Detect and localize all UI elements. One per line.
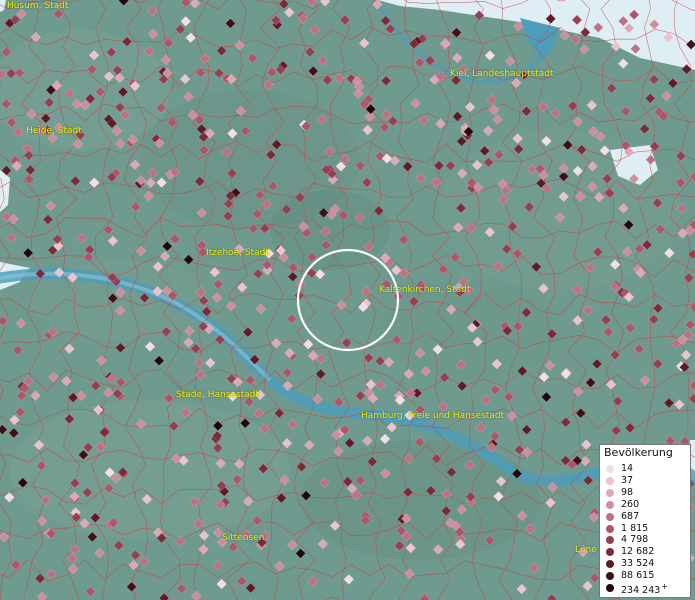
legend-swatch: [606, 572, 614, 581]
city-label-kiel: Kiel, Landeshauptstadt: [450, 69, 554, 79]
legend-title: Bevölkerung: [604, 446, 673, 459]
city-label-luene: Lüne: [575, 545, 597, 555]
legend-label: 687: [621, 510, 640, 522]
legend-item: 1 815: [606, 523, 692, 535]
legend-swatch: [606, 536, 614, 545]
city-label-hamburg: Hamburg, Freie und Hansestadt: [361, 411, 505, 421]
legend-swatch: [606, 512, 614, 521]
legend-item: 88 615: [606, 570, 692, 582]
legend-label: 1 815: [621, 522, 649, 534]
city-label-sittensen: Sittensen: [222, 533, 265, 543]
legend-label: 37: [621, 474, 634, 486]
city-label-heide: Heide, Stadt: [26, 126, 82, 136]
legend-label: 88 615: [621, 570, 655, 582]
legend-label: 33 524: [621, 558, 655, 570]
population-legend: Bevölkerung 14 37 98 260 687 1 815 4 798 12 682…: [599, 444, 691, 598]
legend-item: 98: [606, 487, 692, 499]
legend-item: 234 243+: [606, 582, 692, 597]
legend-label: 4 798: [621, 534, 649, 546]
legend-item: 12 682: [606, 546, 692, 558]
legend-swatch: [606, 500, 614, 509]
city-label-kaltenkirchen: Kaltenkirchen, Stadt: [379, 285, 471, 295]
legend-label: 12 682: [621, 546, 655, 558]
legend-item: 33 524: [606, 558, 692, 570]
map-svg: [0, 0, 695, 600]
legend-swatch: [606, 476, 614, 485]
legend-item: 14: [606, 463, 692, 475]
map-canvas[interactable]: Husum, Stadt Kiel, Landeshauptstadt Heid…: [0, 0, 695, 600]
legend-item: 260: [606, 499, 692, 511]
legend-label: 260: [621, 498, 640, 510]
legend-item: 37: [606, 475, 692, 487]
legend-swatch: [606, 524, 614, 533]
legend-label: 234 243+: [621, 582, 668, 597]
legend-label: 14: [621, 463, 634, 474]
legend-label: 98: [621, 486, 634, 498]
legend-item: 687: [606, 511, 692, 523]
legend-swatch: [606, 465, 614, 473]
legend-swatch: [606, 584, 614, 592]
city-label-husum: Husum, Stadt: [7, 1, 69, 11]
legend-swatch: [606, 560, 614, 569]
city-label-itzehoe: Itzehoe, Stadt: [206, 248, 269, 258]
legend-swatch: [606, 548, 614, 557]
legend-overflow-marker: +: [661, 582, 668, 591]
legend-swatch: [606, 488, 614, 497]
legend-item: 4 798: [606, 534, 692, 546]
city-label-stade: Stade, Hansestadt: [176, 390, 259, 400]
